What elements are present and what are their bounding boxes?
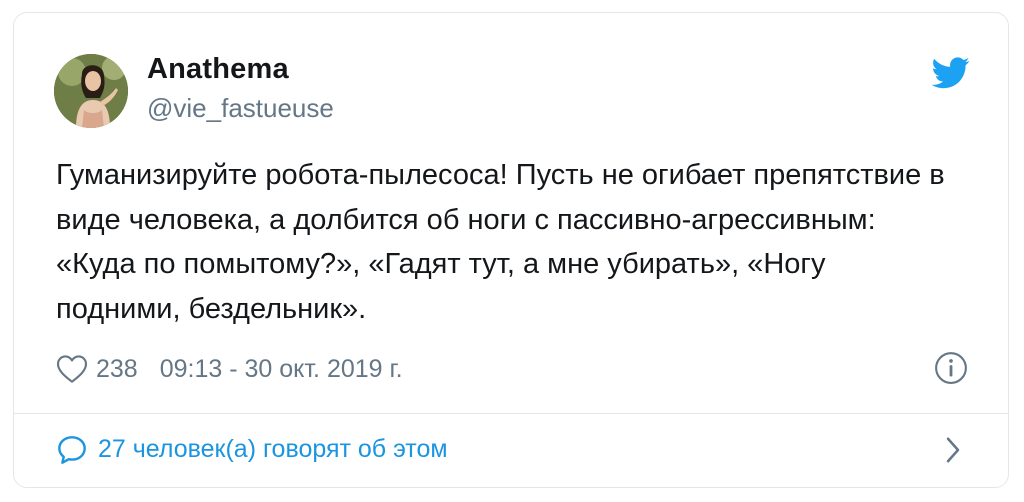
- conversation-label[interactable]: 27 человек(а) говорят об этом: [98, 435, 448, 464]
- info-icon[interactable]: [934, 351, 968, 385]
- timestamp[interactable]: 09:13 - 30 окт. 2019 г.: [160, 355, 403, 384]
- tweet-text: Гуманизируйте робота-пылесоса! Пусть не …: [56, 159, 945, 325]
- conversation-link[interactable]: 27 человек(а) говорят об этом: [14, 414, 1008, 487]
- avatar[interactable]: [54, 54, 128, 128]
- speech-bubble-icon: [58, 436, 86, 464]
- tweet-meta: 238 09:13 - 30 окт. 2019 г.: [56, 351, 403, 387]
- twitter-bird-icon[interactable]: [932, 57, 970, 89]
- author-name[interactable]: Anathema: [147, 53, 289, 86]
- author-handle[interactable]: @vie_fastueuse: [147, 93, 334, 124]
- chevron-right-icon[interactable]: [942, 435, 964, 465]
- heart-icon[interactable]: [56, 354, 88, 384]
- like-count[interactable]: 238: [96, 355, 138, 384]
- tweet-card[interactable]: Anathema @vie_fastueuse Гуманизируйте ро…: [13, 12, 1009, 488]
